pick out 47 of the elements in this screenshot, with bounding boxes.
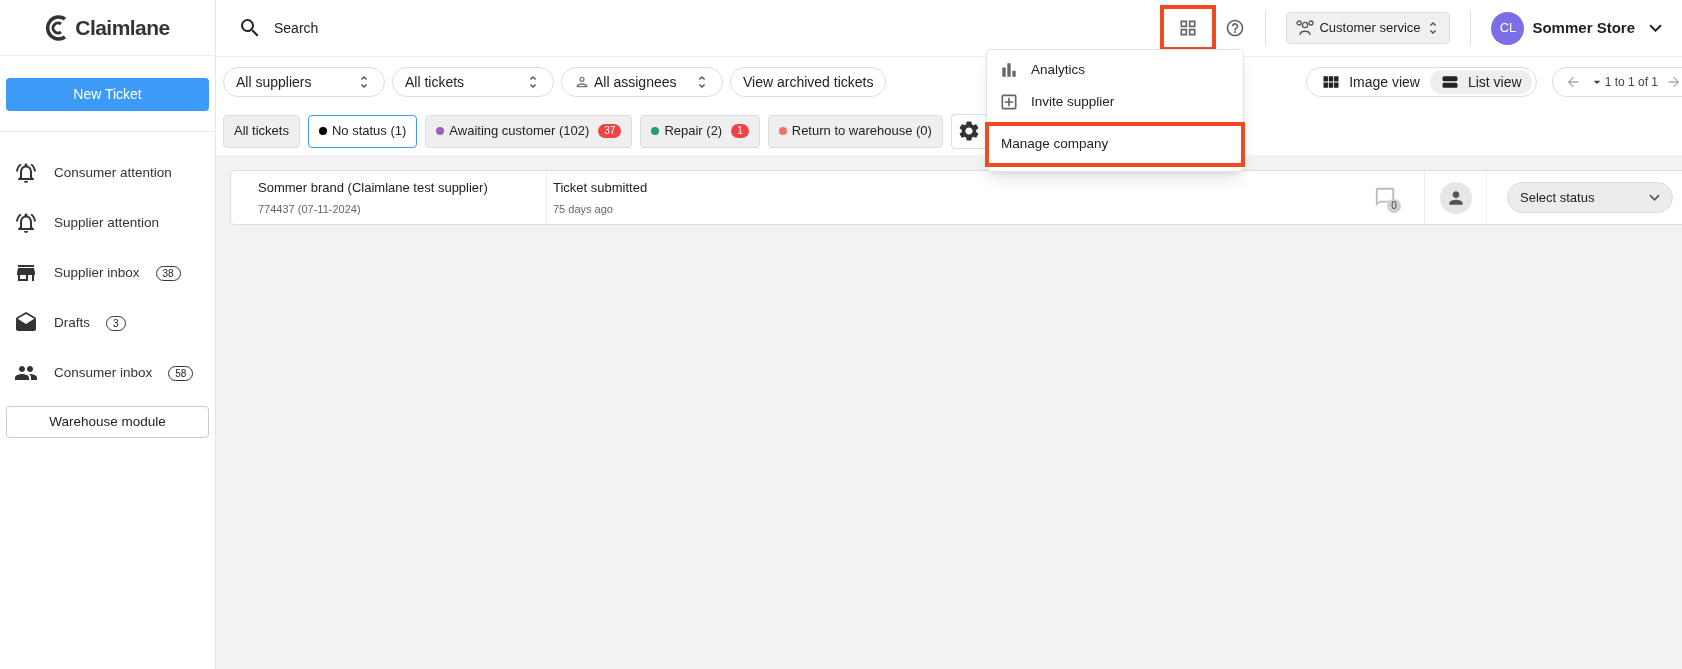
menu-item[interactable]: Manage company: [985, 122, 1245, 167]
ticket-reference: 774437 (07-11-2024): [258, 201, 362, 217]
status-select[interactable]: Select status: [1507, 182, 1673, 213]
avatar[interactable]: CL: [1491, 11, 1525, 45]
group-icon: [1295, 19, 1316, 37]
ticket-event: Ticket submitted: [553, 179, 649, 197]
sidebar-item[interactable]: Consumer inbox 58: [0, 348, 215, 398]
sidebar-item[interactable]: Drafts 3: [0, 298, 215, 348]
status-tab[interactable]: All tickets: [223, 114, 300, 148]
menu-item[interactable]: Invite supplier: [987, 86, 1243, 118]
count-badge: 1: [731, 124, 749, 138]
warehouse-button[interactable]: Warehouse module: [6, 406, 209, 438]
account-name[interactable]: Sommer Store: [1532, 16, 1635, 40]
status-tab[interactable]: No status (1): [307, 114, 418, 148]
comment-count: 0: [1387, 198, 1401, 213]
sidebar-item[interactable]: Supplier attention: [0, 198, 215, 248]
filter-select[interactable]: All suppliers: [223, 67, 385, 97]
supplier-name: Sommer brand (Claimlane test supplier): [258, 179, 489, 197]
archive-button[interactable]: View archived tickets: [730, 67, 887, 97]
person-icon: [574, 74, 590, 90]
status-tab[interactable]: Awaiting customer (102) 37: [425, 114, 633, 148]
settings-button[interactable]: [950, 113, 988, 149]
ticket-time: 75 days ago: [553, 201, 614, 217]
assignee-avatar[interactable]: [1439, 181, 1472, 214]
ticket-row[interactable]: Sommer brand (Claimlane test supplier) 774437 (07-11-2024) Ticket submitted 75 days ago 0 Select status: [230, 170, 1682, 225]
chevron-down-icon[interactable]: [1649, 24, 1662, 32]
role-select[interactable]: Customer service: [1286, 12, 1451, 44]
count-badge: 37: [598, 124, 622, 138]
bell-icon: [14, 211, 38, 235]
filter-select[interactable]: All tickets: [392, 67, 554, 97]
menu-item[interactable]: Analytics: [987, 54, 1243, 86]
search-field[interactable]: Search: [238, 16, 319, 40]
bell-icon: [14, 161, 38, 185]
apps-grid-icon: [1178, 18, 1199, 38]
status-tab[interactable]: Return to warehouse (0): [767, 114, 943, 148]
status-tab[interactable]: Repair (2) 1: [640, 114, 760, 148]
brand-name: Claimlane: [75, 14, 170, 41]
chart-icon: [999, 60, 1019, 80]
comment-icon[interactable]: [1374, 185, 1396, 208]
view-option[interactable]: List view: [1429, 70, 1532, 94]
filter-select[interactable]: All assignees: [561, 67, 723, 97]
chevron-down-icon: [1649, 194, 1660, 201]
sidebar-item[interactable]: Supplier inbox 38: [0, 248, 215, 298]
page-range: 1 to 1 of 1: [1604, 74, 1658, 91]
sidebar-item[interactable]: Consumer attention: [0, 148, 215, 198]
plus-box-icon: [999, 92, 1019, 112]
help-icon[interactable]: [1225, 18, 1246, 38]
